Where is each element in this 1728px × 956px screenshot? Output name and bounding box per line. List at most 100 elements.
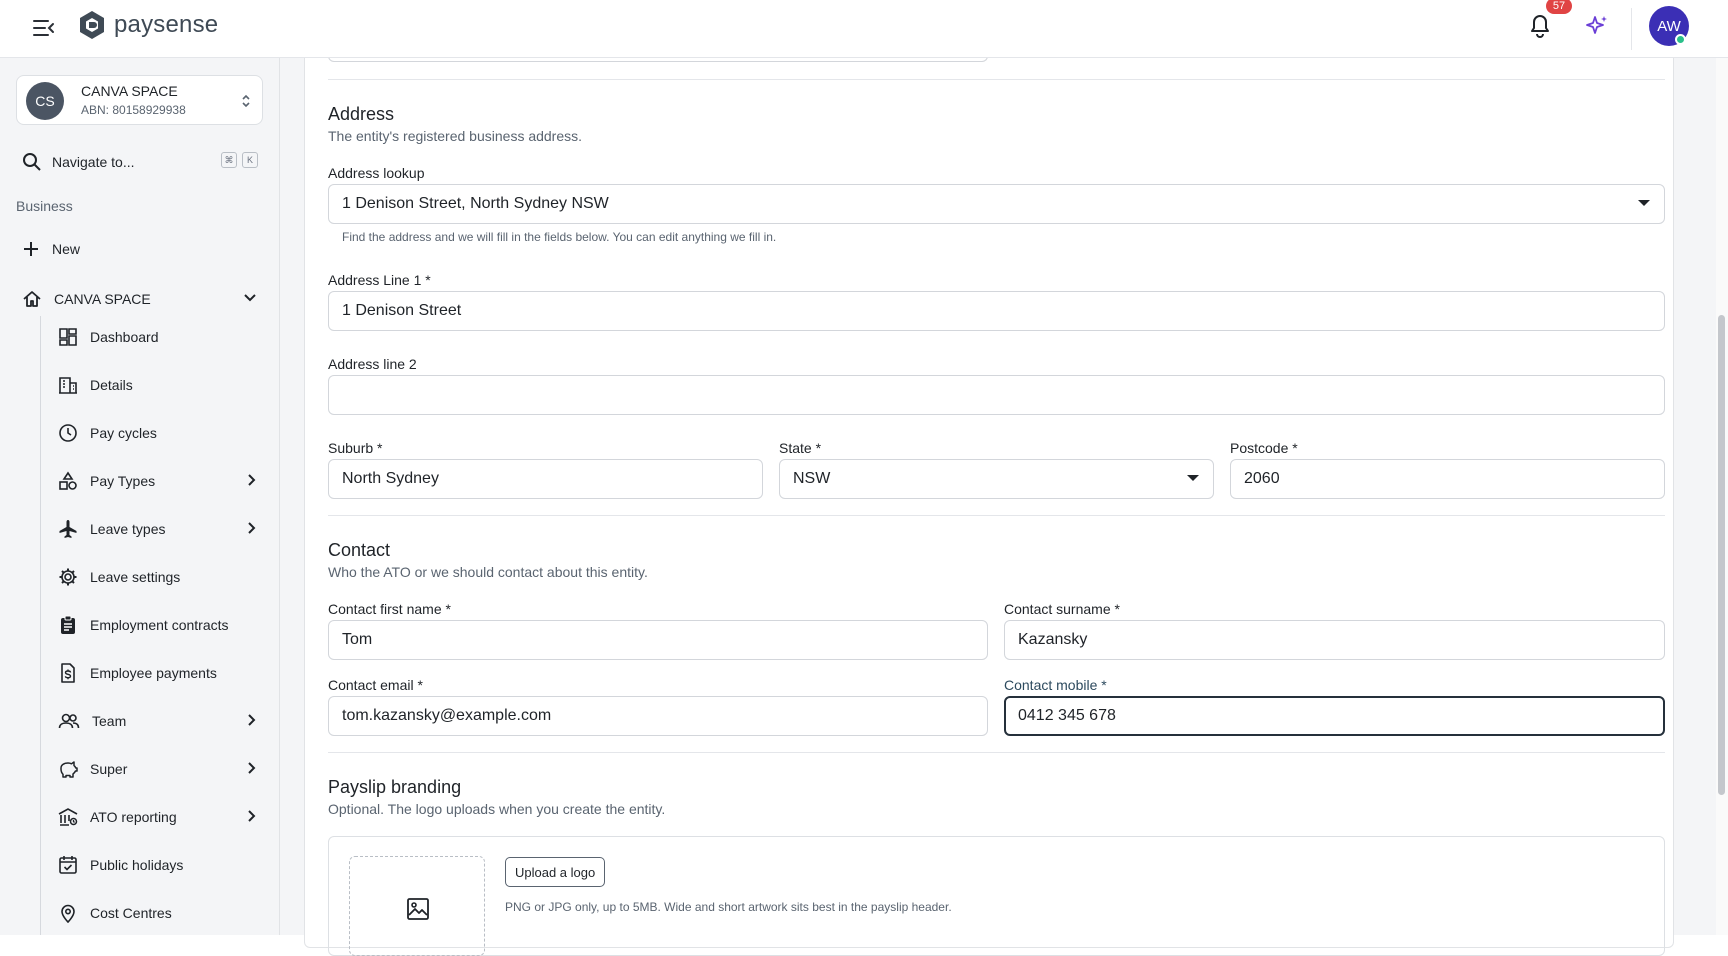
building-icon	[58, 375, 78, 395]
org-abn: ABN: 80158929938	[81, 103, 186, 117]
sidebar-item-ato-reporting[interactable]: ATO reporting	[58, 804, 258, 830]
address-lookup-helper: Find the address and we will fill in the…	[342, 230, 777, 244]
dropdown-caret-icon	[1638, 200, 1650, 206]
sidebar-item-pay-cycles[interactable]: Pay cycles	[58, 420, 258, 446]
org-name: CANVA SPACE	[81, 83, 178, 99]
postcode-input[interactable]: 2060	[1230, 459, 1665, 499]
sidebar-item-label: Details	[90, 377, 133, 393]
scrollbar-thumb[interactable]	[1718, 315, 1725, 795]
online-status-dot	[1675, 34, 1686, 45]
sidebar-item-leave-types[interactable]: Leave types	[58, 516, 258, 542]
address-line2-input[interactable]	[328, 375, 1665, 415]
chevron-right-icon	[244, 713, 258, 727]
sidebar-org-group[interactable]: CANVA SPACE	[22, 286, 257, 312]
top-bar: paysense 57 AW	[0, 0, 1728, 58]
contact-first-name-input[interactable]: Tom	[328, 620, 988, 660]
sidebar-item-dashboard[interactable]: Dashboard	[58, 324, 258, 350]
section-divider	[328, 515, 1665, 516]
sidebar-item-label: Dashboard	[90, 329, 159, 345]
sidebar-item-label: Cost Centres	[90, 905, 172, 921]
section-divider	[328, 79, 1665, 80]
sidebar-item-cost-centres[interactable]: Cost Centres	[58, 900, 258, 926]
sidebar-item-details[interactable]: Details	[58, 372, 258, 398]
chevron-down-icon	[243, 290, 257, 304]
chevron-right-icon	[244, 521, 258, 535]
branding-section-subtitle: Optional. The logo uploads when you crea…	[328, 801, 666, 817]
sparkle-icon[interactable]	[1583, 12, 1611, 40]
section-label-business: Business	[16, 198, 73, 214]
kbd-cmd: ⌘	[221, 152, 237, 168]
contact-email-input[interactable]: tom.kazansky@example.com	[328, 696, 988, 736]
home-icon	[22, 289, 42, 309]
state-value: NSW	[793, 470, 831, 487]
branding-section-title: Payslip branding	[328, 777, 462, 797]
search-icon	[22, 152, 42, 172]
contact-surname-value: Kazansky	[1018, 631, 1088, 648]
plane-icon	[58, 519, 78, 539]
people-icon	[58, 711, 80, 731]
sidebar-item-pay-types[interactable]: Pay Types	[58, 468, 258, 494]
sidebar-item-label: Leave settings	[90, 569, 181, 585]
upload-logo-button[interactable]: Upload a logo	[505, 857, 606, 887]
contact-first-name-label: Contact first name *	[328, 601, 451, 617]
chevron-right-icon	[244, 473, 258, 487]
plus-icon	[22, 240, 40, 258]
clipboard-icon	[58, 615, 78, 635]
contact-surname-input[interactable]: Kazansky	[1004, 620, 1665, 660]
sidebar-item-super[interactable]: Super	[58, 756, 258, 782]
location-pin-icon	[58, 903, 78, 923]
contact-surname-label: Contact surname *	[1004, 601, 1120, 617]
upload-helper: PNG or JPG only, up to 5MB. Wide and sho…	[505, 900, 952, 914]
clock-icon	[58, 423, 78, 443]
chevron-up-down-icon	[240, 92, 252, 110]
brand-name: paysense	[114, 11, 219, 38]
logo-icon	[78, 10, 106, 40]
address-line1-value: 1 Denison Street	[342, 302, 462, 319]
sidebar-item-label: CANVA SPACE	[54, 291, 151, 307]
sidebar-item-employee-payments[interactable]: Employee payments	[58, 660, 258, 686]
piggy-bank-icon	[58, 759, 78, 779]
notification-badge: 57	[1546, 0, 1572, 14]
chevron-right-icon	[244, 809, 258, 823]
bell-icon[interactable]	[1527, 13, 1553, 39]
sidebar-item-label: Pay Types	[90, 473, 156, 489]
sidebar-item-label: Super	[90, 761, 128, 777]
address-line1-input[interactable]: 1 Denison Street	[328, 291, 1665, 331]
address-lookup-value: 1 Denison Street, North Sydney NSW	[342, 195, 609, 212]
contact-mobile-input[interactable]: 0412 345 678	[1004, 696, 1665, 736]
contact-mobile-label: Contact mobile *	[1004, 677, 1107, 693]
tree-line	[40, 316, 41, 935]
sidebar-item-new[interactable]: New	[22, 240, 80, 258]
postcode-label: Postcode *	[1230, 440, 1298, 456]
suburb-input[interactable]: North Sydney	[328, 459, 763, 499]
sidebar-item-team[interactable]: Team	[58, 708, 258, 734]
sidebar-item-public-holidays[interactable]: Public holidays	[58, 852, 258, 878]
state-select[interactable]: NSW	[779, 459, 1214, 499]
navigate-search-label: Navigate to...	[52, 154, 135, 170]
sidebar-item-label: Leave types	[90, 521, 166, 537]
contact-email-label: Contact email *	[328, 677, 423, 693]
brand[interactable]: paysense	[78, 10, 218, 40]
calendar-icon	[58, 855, 78, 875]
sidebar-item-label: Employment contracts	[90, 617, 229, 633]
sidebar-item-label: Public holidays	[90, 857, 184, 873]
dashboard-icon	[58, 327, 78, 347]
kbd-k: K	[242, 152, 258, 168]
menu-collapse-icon[interactable]	[30, 14, 58, 42]
logo-dropzone[interactable]	[349, 856, 485, 956]
contact-section-title: Contact	[328, 540, 391, 560]
dollar-file-icon	[58, 663, 78, 683]
sidebar-item-label: ATO reporting	[90, 809, 177, 825]
sidebar-item-employment-contracts[interactable]: Employment contracts	[58, 612, 258, 638]
navigate-search[interactable]: Navigate to... ⌘ K	[22, 150, 262, 174]
sidebar-item-leave-settings[interactable]: Leave settings	[58, 564, 258, 590]
contact-section-subtitle: Who the ATO or we should contact about t…	[328, 564, 648, 580]
address-lookup-label: Address lookup	[328, 165, 425, 181]
address-lookup-select[interactable]: 1 Denison Street, North Sydney NSW	[328, 184, 1665, 224]
postcode-value: 2060	[1244, 470, 1280, 487]
contact-first-name-value: Tom	[342, 631, 373, 648]
gear-icon	[58, 567, 78, 587]
sidebar-item-label: Employee payments	[90, 665, 217, 681]
org-switcher[interactable]: CS CANVA SPACE ABN: 80158929938	[16, 75, 263, 125]
suburb-label: Suburb *	[328, 440, 383, 456]
